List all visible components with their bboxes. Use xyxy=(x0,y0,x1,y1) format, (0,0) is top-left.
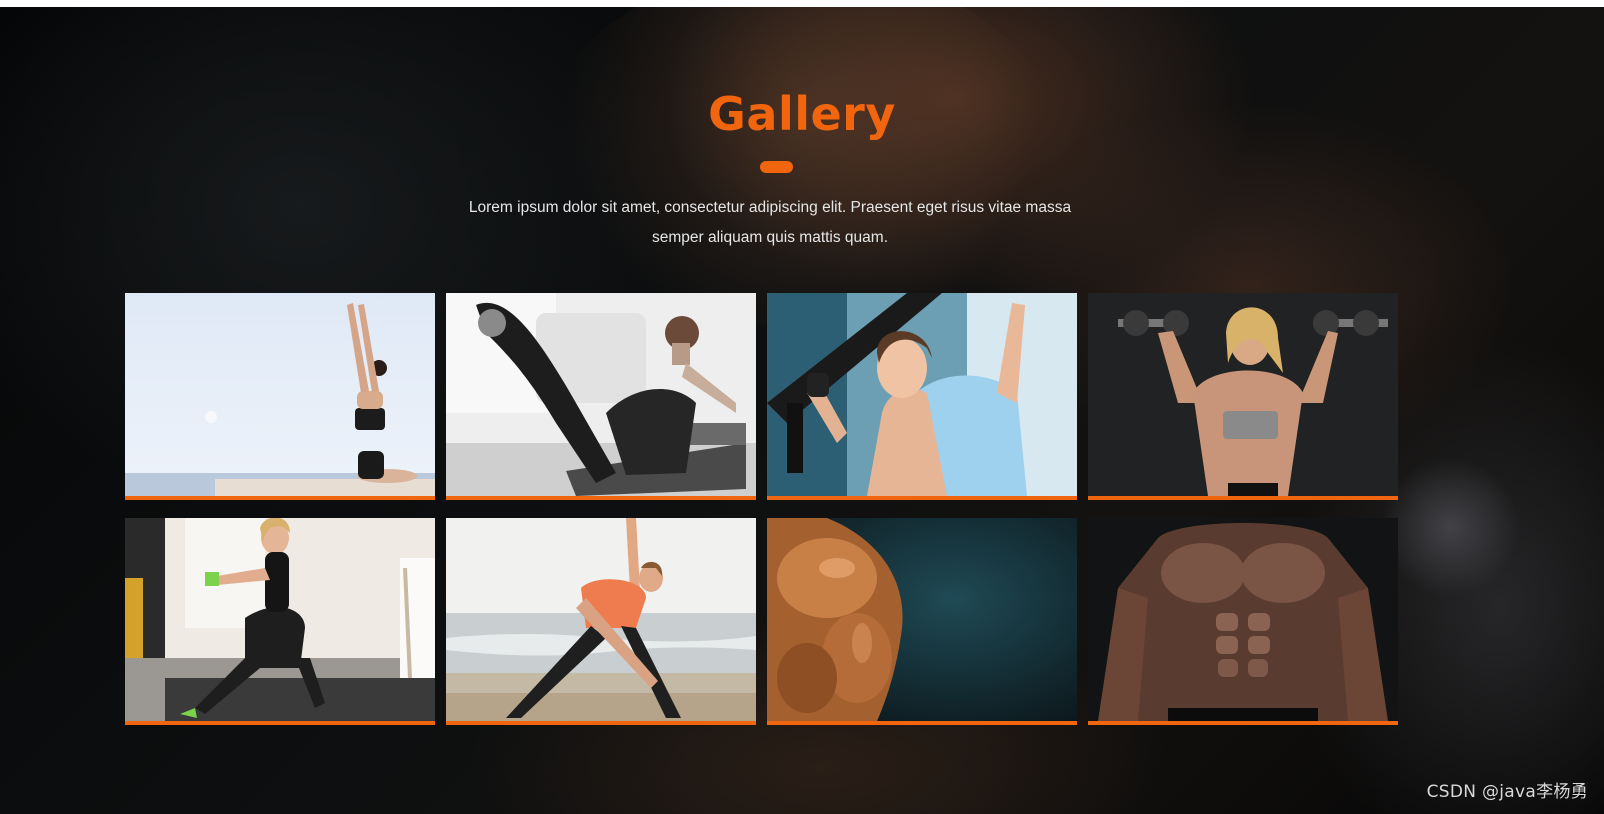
gallery-section: Gallery Lorem ipsum dolor sit amet, cons… xyxy=(0,7,1604,814)
gallery-item-pilates-reformer[interactable] xyxy=(446,293,756,500)
title-divider xyxy=(760,161,793,173)
gallery-item-beach-yoga-stretch[interactable] xyxy=(446,518,756,725)
gallery-item-yoga-seaside[interactable] xyxy=(125,293,435,500)
subtitle-line-1: Lorem ipsum dolor sit amet, consectetur … xyxy=(468,199,1072,216)
gallery-grid xyxy=(125,293,1424,733)
gym-pulldown-photo-icon xyxy=(767,293,1077,496)
subtitle-line-2: semper aliquam quis mattis quam. xyxy=(651,229,889,246)
dumbbell-press-photo-icon xyxy=(1088,293,1398,496)
beach-yoga-stretch-photo-icon xyxy=(446,518,756,721)
kettlebell-lunge-photo-icon xyxy=(125,518,435,721)
gallery-item-kettlebell-lunge[interactable] xyxy=(125,518,435,725)
section-subtitle: Lorem ipsum dolor sit amet, consectetur … xyxy=(440,193,1100,253)
watermark: CSDN @java李杨勇 xyxy=(1426,782,1588,802)
pilates-reformer-photo-icon xyxy=(446,293,756,496)
gallery-item-bodybuilder-arm[interactable] xyxy=(767,518,1077,725)
section-title: Gallery xyxy=(708,87,896,141)
gallery-item-gym-pulldown[interactable] xyxy=(767,293,1077,500)
background-muscle-shape xyxy=(540,7,1060,327)
yoga-seaside-photo-icon xyxy=(125,293,435,496)
bodybuilder-torso-photo-icon xyxy=(1088,518,1398,721)
gallery-item-bodybuilder-torso[interactable] xyxy=(1088,518,1398,725)
bodybuilder-arm-photo-icon xyxy=(767,518,1077,721)
gallery-item-dumbbell-press[interactable] xyxy=(1088,293,1398,500)
